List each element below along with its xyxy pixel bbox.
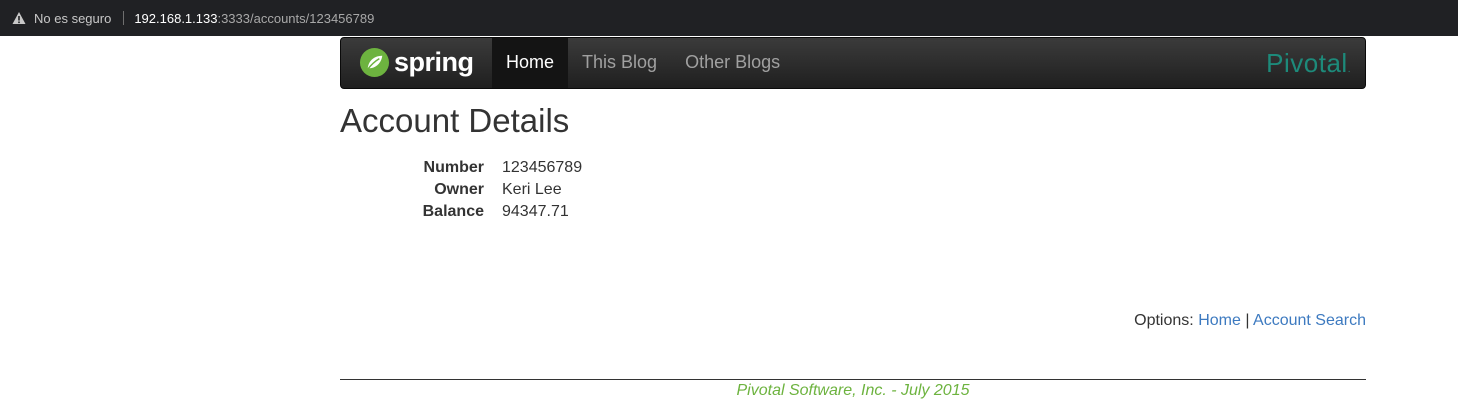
- detail-row-owner: Owner Keri Lee: [390, 179, 582, 201]
- main-nav: Home This Blog Other Blogs: [492, 38, 794, 88]
- detail-value: Keri Lee: [502, 181, 562, 198]
- nav-this-blog[interactable]: This Blog: [568, 38, 671, 88]
- nav-other-blogs[interactable]: Other Blogs: [671, 38, 794, 88]
- warning-icon[interactable]: [12, 11, 26, 25]
- home-link[interactable]: Home: [1198, 312, 1241, 329]
- pivotal-logo-text: Pivotal: [1266, 48, 1348, 78]
- detail-row-balance: Balance 94347.71: [390, 201, 582, 223]
- brand-name: spring: [394, 46, 474, 77]
- nav-home[interactable]: Home: [492, 38, 569, 88]
- options-label: Options:: [1134, 312, 1194, 329]
- url-field[interactable]: 192.168.1.133:3333/accounts/123456789: [134, 11, 374, 26]
- url-host: 192.168.1.133: [134, 10, 218, 26]
- pivotal-logo-mark: .: [1347, 64, 1351, 75]
- page-title: Account Details: [340, 102, 570, 139]
- detail-label: Owner: [434, 181, 484, 198]
- spring-leaf-icon: [359, 47, 390, 77]
- pivotal-logo[interactable]: Pivotal.: [1266, 48, 1351, 79]
- top-navbar: spring Home This Blog Other Blogs Pivota…: [340, 37, 1366, 89]
- detail-row-number: Number 123456789: [390, 157, 583, 179]
- address-divider: [123, 11, 125, 25]
- account-details-table: Number 123456789 Owner Keri Lee Balance …: [390, 157, 582, 223]
- detail-label: Balance: [422, 203, 484, 220]
- options-bar: Options: Home | Account Search: [1134, 312, 1366, 330]
- account-search-link[interactable]: Account Search: [1253, 312, 1366, 329]
- detail-value: 123456789: [502, 159, 583, 176]
- detail-value: 94347.71: [502, 203, 569, 220]
- browser-address-bar: No es seguro 192.168.1.133:3333/accounts…: [0, 0, 1458, 36]
- footer-divider: [340, 379, 1366, 380]
- detail-label: Number: [423, 159, 484, 176]
- spring-brand[interactable]: spring: [359, 45, 474, 79]
- url-path: :3333/accounts/123456789: [217, 10, 375, 26]
- security-status[interactable]: No es seguro: [34, 11, 111, 26]
- options-separator: |: [1245, 312, 1250, 329]
- footer-text: Pivotal Software, Inc. - July 2015: [736, 382, 970, 399]
